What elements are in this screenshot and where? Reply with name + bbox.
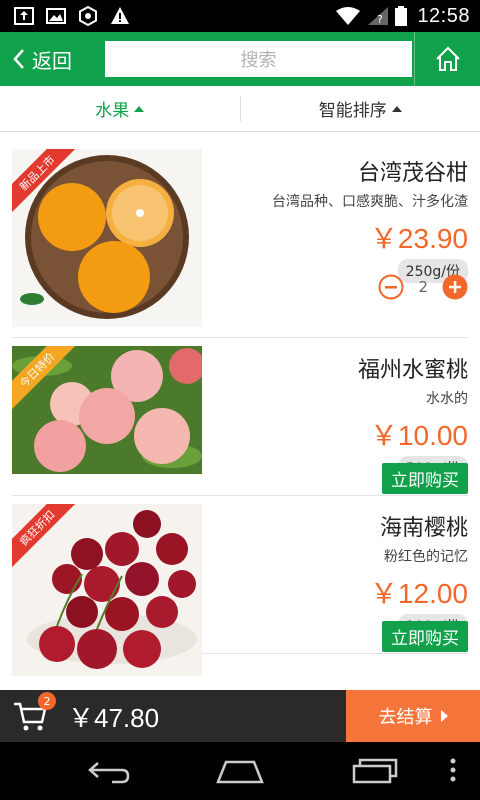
home-button[interactable] bbox=[414, 32, 480, 86]
filter-bar: 水果 智能排序 bbox=[0, 86, 480, 132]
image-icon bbox=[46, 8, 66, 24]
cart-bar: 2 ￥47.80 去结算 bbox=[0, 690, 480, 742]
product-info: 海南樱桃 粉红色的记忆 ￥12.00 100g/份 bbox=[370, 510, 468, 638]
list-item[interactable]: 今日特价 福州水蜜桃 水水的 ￥10.00 500g/份 立即购买 bbox=[12, 338, 468, 496]
product-desc: 粉红色的记忆 bbox=[384, 549, 468, 565]
list-item[interactable]: 新品上市 台湾茂谷柑 台湾品种、口感爽脆、汁多化渣 ￥23.90 250g/份 … bbox=[12, 133, 468, 338]
caret-up-icon bbox=[391, 105, 402, 112]
checkout-button[interactable]: 去结算 bbox=[346, 690, 480, 742]
checkout-label: 去结算 bbox=[378, 707, 433, 728]
filter-sort[interactable]: 智能排序 bbox=[241, 86, 480, 131]
home-nav-icon[interactable] bbox=[214, 756, 266, 784]
plus-icon[interactable] bbox=[442, 274, 468, 300]
product-name: 海南樱桃 bbox=[379, 516, 468, 541]
list-item[interactable]: 疯狂折扣 海南樱桃 粉红色的记忆 ￥12.00 100g/份 立即购买 bbox=[12, 496, 468, 676]
product-price: ￥10.00 bbox=[369, 420, 468, 451]
product-desc: 水水的 bbox=[426, 391, 468, 407]
settings-hex-icon bbox=[79, 6, 97, 26]
wifi-icon bbox=[336, 7, 361, 25]
back-nav-icon[interactable] bbox=[82, 756, 130, 784]
search-placeholder: 搜索 bbox=[240, 50, 277, 71]
cart-button[interactable]: 2 bbox=[12, 692, 56, 734]
minus-icon[interactable] bbox=[378, 274, 404, 300]
product-info: 台湾茂谷柑 台湾品种、口感爽脆、汁多化渣 ￥23.90 250g/份 bbox=[272, 155, 468, 283]
buy-now-button[interactable]: 立即购买 bbox=[382, 621, 468, 652]
quantity-stepper: 2 bbox=[378, 274, 468, 300]
battery-icon bbox=[395, 6, 408, 26]
filter-category-label: 水果 bbox=[95, 101, 130, 121]
cart-total: ￥47.80 bbox=[68, 702, 160, 733]
search-input[interactable]: 搜索 bbox=[105, 41, 412, 77]
top-header: 返回 搜索 bbox=[0, 32, 480, 86]
signal-icon: ? bbox=[368, 7, 389, 26]
clock: 12:58 bbox=[417, 4, 470, 27]
svg-text:?: ? bbox=[377, 13, 383, 26]
product-info: 福州水蜜桃 水水的 ￥10.00 500g/份 bbox=[358, 352, 468, 480]
product-image-peach[interactable]: 今日特价 bbox=[12, 346, 202, 474]
filter-sort-label: 智能排序 bbox=[318, 101, 387, 121]
system-nav-bar bbox=[0, 742, 480, 800]
recents-nav-icon[interactable] bbox=[350, 756, 398, 784]
quantity-value: 2 bbox=[418, 278, 428, 296]
cart-count-badge: 2 bbox=[38, 692, 56, 710]
filter-category[interactable]: 水果 bbox=[0, 86, 240, 131]
product-list: 新品上市 台湾茂谷柑 台湾品种、口感爽脆、汁多化渣 ￥23.90 250g/份 … bbox=[0, 133, 480, 676]
product-name: 福州水蜜桃 bbox=[357, 358, 468, 383]
back-label: 返回 bbox=[32, 48, 72, 73]
product-price: ￥12.00 bbox=[369, 578, 468, 609]
product-desc: 台湾品种、口感爽脆、汁多化渣 bbox=[272, 194, 468, 210]
buy-now-button[interactable]: 立即购买 bbox=[382, 463, 468, 494]
chevron-left-icon bbox=[13, 49, 24, 69]
arrow-right-icon bbox=[440, 710, 448, 722]
back-button[interactable]: 返回 bbox=[0, 32, 100, 86]
product-image-tangerine[interactable]: 新品上市 bbox=[12, 149, 202, 327]
product-price: ￥23.90 bbox=[369, 223, 468, 254]
home-icon bbox=[435, 46, 460, 71]
status-bar: ? 12:58 bbox=[0, 0, 480, 32]
menu-dots-icon[interactable] bbox=[446, 756, 460, 784]
usb-upload-icon bbox=[14, 7, 34, 25]
product-image-cherry[interactable]: 疯狂折扣 bbox=[12, 504, 202, 676]
warning-icon bbox=[111, 7, 129, 24]
caret-up-icon bbox=[134, 105, 145, 112]
product-name: 台湾茂谷柑 bbox=[357, 161, 468, 186]
